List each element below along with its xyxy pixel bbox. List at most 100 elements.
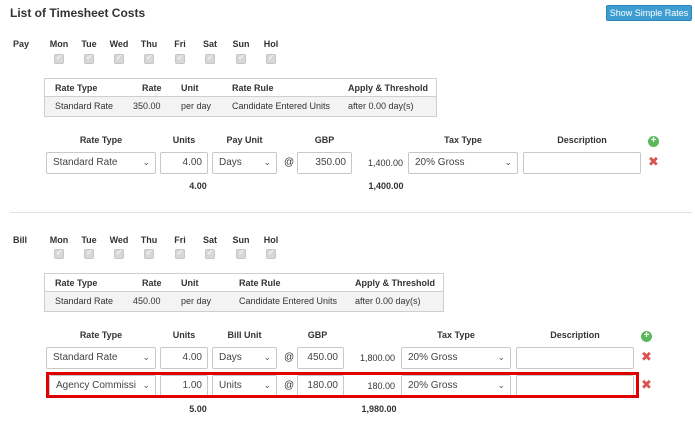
chevron-down-icon: ⌄ (142, 158, 150, 168)
pay-checkbox-wed[interactable] (114, 53, 124, 64)
pay-checkbox-sat[interactable] (205, 53, 215, 64)
pay-day-fri: Fri (174, 39, 186, 49)
pay-rate-cell-apply-threshold: after 0.00 day(s) (348, 101, 414, 111)
bill-col-description: Description (550, 330, 600, 340)
pay-unit-value: Days (219, 157, 242, 168)
bill-rate-header-unit: Unit (181, 278, 199, 288)
chevron-down-icon: ⌄ (504, 158, 512, 168)
chevron-down-icon: ⌄ (497, 353, 505, 363)
bill-description-input[interactable] (516, 347, 634, 369)
bill-checkbox-thu[interactable] (144, 248, 154, 259)
bill-day-wed: Wed (109, 235, 129, 245)
pay-day-tue: Tue (81, 39, 97, 49)
pay-add-icon[interactable]: + (648, 136, 659, 147)
pay-checkbox-mon[interactable] (54, 53, 64, 64)
bill-rate-header-rate-type: Rate Type (55, 278, 98, 288)
pay-rate-header-rate-type: Rate Type (55, 83, 98, 93)
at-symbol: @ (284, 157, 295, 168)
bill-day-tue: Tue (81, 235, 97, 245)
bill-rate-header-apply-threshold: Apply & Threshold (355, 278, 436, 288)
bill-total-units: 5.00 (189, 404, 207, 414)
pay-day-mon: Mon (49, 39, 69, 49)
pay-rate-cell-unit: per day (181, 101, 212, 111)
page-title: List of Timesheet Costs (10, 6, 146, 20)
bill-checkbox-fri[interactable] (175, 248, 185, 259)
pay-col-pay-unit: Pay Unit (226, 135, 263, 145)
bill-col-rate-type: Rate Type (79, 330, 123, 340)
bill-units-input[interactable]: 4.00 (160, 347, 208, 369)
pay-rate-cell-rate-type: Standard Rate (55, 101, 114, 111)
bill-day-sat: Sat (202, 235, 217, 245)
chevron-down-icon: ⌄ (142, 353, 150, 363)
pay-tax-type-select[interactable]: 20% Gross ⌄ (408, 152, 518, 174)
pay-delete-icon[interactable]: ✖ (648, 156, 659, 169)
pay-unit-select[interactable]: Days ⌄ (212, 152, 277, 174)
bill-rate-header-rate: Rate (142, 278, 162, 288)
bill-unit-value: Days (219, 352, 242, 363)
pay-checkbox-thu[interactable] (144, 53, 154, 64)
chevron-down-icon: ⌄ (263, 158, 271, 168)
bill-checkbox-hol[interactable] (266, 248, 276, 259)
section-divider (10, 212, 692, 213)
pay-total-units: 4.00 (189, 181, 207, 191)
pay-rate-type-select[interactable]: Standard Rate ⌄ (46, 152, 156, 174)
bill-rate-cell-unit: per day (181, 296, 212, 306)
pay-rate-input[interactable]: 350.00 (297, 152, 352, 174)
bill-tax-type-select[interactable]: 20% Gross ⌄ (401, 347, 511, 369)
pay-day-thu: Thu (140, 39, 158, 49)
bill-rate-table: Rate Type Rate Unit Rate Rule Apply & Th… (44, 273, 444, 312)
pay-checkbox-fri[interactable] (175, 53, 185, 64)
bill-checkbox-wed[interactable] (114, 248, 124, 259)
pay-rate-header-rate: Rate (142, 83, 162, 93)
pay-rate-header-unit: Unit (181, 83, 199, 93)
pay-checkbox-hol[interactable] (266, 53, 276, 64)
pay-col-units: Units (172, 135, 196, 145)
pay-units-input[interactable]: 4.00 (160, 152, 208, 174)
pay-col-tax-type: Tax Type (444, 135, 482, 145)
at-symbol: @ (284, 352, 295, 363)
pay-rate-table: Rate Type Rate Unit Rate Rule Apply & Th… (44, 78, 437, 117)
pay-description-input[interactable] (523, 152, 641, 174)
bill-checkbox-mon[interactable] (54, 248, 64, 259)
chevron-down-icon: ⌄ (263, 353, 271, 363)
bill-rate-cell-rate: 450.00 (133, 296, 161, 306)
show-simple-rates-button[interactable]: Show Simple Rates (606, 5, 692, 21)
pay-col-rate-type: Rate Type (79, 135, 123, 145)
bill-col-tax-type: Tax Type (437, 330, 475, 340)
highlight-box (46, 372, 639, 398)
bill-rate-table-row: Standard Rate 450.00 per day Candidate E… (45, 292, 443, 311)
bill-rate-header-rate-rule: Rate Rule (239, 278, 281, 288)
bill-rate-cell-rate-type: Standard Rate (55, 296, 114, 306)
bill-rate-table-header: Rate Type Rate Unit Rate Rule Apply & Th… (45, 274, 443, 292)
pay-checkbox-sun[interactable] (236, 53, 246, 64)
pay-line-amount: 1,400.00 (367, 158, 403, 168)
pay-section-label: Pay (13, 39, 30, 49)
bill-checkbox-tue[interactable] (84, 248, 94, 259)
bill-col-bill-unit: Bill Unit (227, 330, 262, 340)
bill-rate-input[interactable]: 450.00 (297, 347, 344, 369)
pay-day-hol: Hol (263, 39, 279, 49)
bill-rate-cell-apply-threshold: after 0.00 day(s) (355, 296, 421, 306)
bill-checkbox-sat[interactable] (205, 248, 215, 259)
pay-rate-type-value: Standard Rate (53, 157, 118, 168)
bill-checkbox-sun[interactable] (236, 248, 246, 259)
pay-rate-table-header: Rate Type Rate Unit Rate Rule Apply & Th… (45, 79, 436, 97)
bill-col-units: Units (172, 330, 196, 340)
bill-unit-select[interactable]: Days ⌄ (212, 347, 277, 369)
bill-day-thu: Thu (140, 235, 158, 245)
pay-checkbox-tue[interactable] (84, 53, 94, 64)
pay-rate-header-apply-threshold: Apply & Threshold (348, 83, 429, 93)
bill-rate-type-value: Standard Rate (53, 352, 118, 363)
bill-delete-icon[interactable]: ✖ (641, 351, 652, 364)
bill-tax-type-value: 20% Gross (408, 352, 458, 363)
pay-day-sat: Sat (202, 39, 217, 49)
bill-day-fri: Fri (174, 235, 186, 245)
bill-delete-icon-2[interactable]: ✖ (641, 379, 652, 392)
bill-line-amount: 1,800.00 (359, 353, 395, 363)
bill-day-sun: Sun (232, 235, 250, 245)
pay-col-description: Description (557, 135, 607, 145)
bill-add-icon[interactable]: + (641, 331, 652, 342)
pay-rate-header-rate-rule: Rate Rule (232, 83, 274, 93)
bill-rate-type-select[interactable]: Standard Rate ⌄ (46, 347, 156, 369)
pay-day-wed: Wed (109, 39, 129, 49)
